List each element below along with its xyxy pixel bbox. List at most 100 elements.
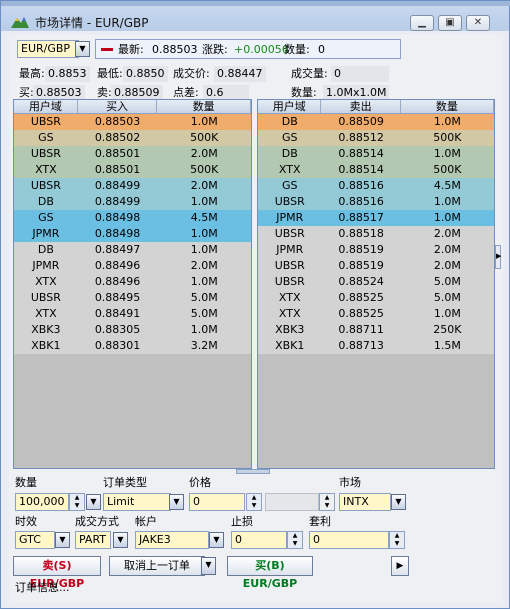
bid-header-counterparty[interactable]: 用户域 [14, 100, 78, 113]
bid-row[interactable]: GS 0.88502 500K [14, 130, 251, 146]
ask-row[interactable]: UBSR 0.88524 5.0M [258, 274, 494, 290]
bid-quantity-cell: 5.0M [190, 307, 218, 320]
symbol-select[interactable]: EUR/GBP [17, 40, 79, 58]
exec-dropdown-button[interactable]: ▼ [113, 532, 128, 548]
bid-counterparty-cell: UBSR [30, 115, 61, 128]
stop-input[interactable]: 0 [231, 531, 287, 549]
title-bar[interactable]: 市场详情 - EUR/GBP ▁ ▣ ✕ [3, 9, 507, 33]
market-select[interactable]: INTX [339, 493, 391, 511]
bid-row[interactable]: XBK3 0.88305 1.0M [14, 322, 251, 338]
order-qty-input[interactable]: 100,000 [15, 493, 69, 511]
bid-row[interactable]: GS 0.88498 4.5M [14, 210, 251, 226]
profit-input[interactable]: 0 [309, 531, 389, 549]
spin-down-icon[interactable]: ▼ [390, 540, 404, 548]
expand-arrow-icon[interactable]: ▶ [391, 556, 409, 576]
order-type-dropdown-button[interactable]: ▼ [169, 494, 184, 510]
ask-counterparty-cell: XTX [278, 307, 301, 320]
bid-row[interactable]: UBSR 0.88499 2.0M [14, 178, 251, 194]
expand-right-icon[interactable]: ▶ [495, 245, 501, 269]
profit-spinner[interactable]: ▲ ▼ [389, 531, 405, 549]
close-button[interactable]: ✕ [466, 15, 490, 31]
order-info-link[interactable]: 订单信息... [15, 581, 70, 595]
splitter-handle[interactable] [236, 469, 270, 474]
symbol-dropdown-button[interactable]: ▼ [75, 41, 90, 57]
ask-row[interactable]: XBK1 0.88713 1.5M [258, 338, 494, 354]
bid-price-cell: 0.88501 [94, 163, 141, 176]
ask-quantity-cell: 1.0M [433, 195, 461, 208]
ask-header-price[interactable]: 卖出 [321, 100, 401, 113]
bid-price-cell: 0.88497 [94, 243, 141, 256]
spin-down-icon[interactable]: ▼ [70, 502, 84, 510]
ask-row[interactable]: GS 0.88516 4.5M [258, 178, 494, 194]
bid-row[interactable]: UBSR 0.88501 2.0M [14, 146, 251, 162]
price-input[interactable]: 0 [189, 493, 245, 511]
buy-button[interactable]: 买(B) EUR/GBP [227, 556, 313, 590]
spin-up-icon[interactable]: ▲ [70, 494, 84, 502]
minimize-button[interactable]: ▁ [410, 15, 434, 31]
ask-row[interactable]: GS 0.88512 500K [258, 130, 494, 146]
ask-counterparty-cell: XTX [278, 291, 301, 304]
stop-spinner[interactable]: ▲ ▼ [287, 531, 303, 549]
cancel-last-order-button[interactable]: 取消上一订单 [109, 556, 205, 576]
cancel-dropdown-button[interactable]: ▼ [201, 557, 216, 575]
ask-row[interactable]: DB 0.88509 1.0M [258, 114, 494, 130]
bid-row[interactable]: JPMR 0.88496 2.0M [14, 258, 251, 274]
ask-header-qty[interactable]: 数量 [401, 100, 494, 113]
account-select[interactable]: JAKE3 [135, 531, 209, 549]
bid-row[interactable]: UBSR 0.88495 5.0M [14, 290, 251, 306]
bid-header-price[interactable]: 买入 [78, 100, 158, 113]
ask-row[interactable]: UBSR 0.88516 1.0M [258, 194, 494, 210]
bid-row[interactable]: XTX 0.88496 1.0M [14, 274, 251, 290]
bid-price-cell: 0.88496 [94, 275, 141, 288]
bid-row[interactable]: JPMR 0.88498 1.0M [14, 226, 251, 242]
bid-row[interactable]: XTX 0.88491 5.0M [14, 306, 251, 322]
ask-row[interactable]: XTX 0.88514 500K [258, 162, 494, 178]
bid-row[interactable]: DB 0.88497 1.0M [14, 242, 251, 258]
ask-row[interactable]: UBSR 0.88518 2.0M [258, 226, 494, 242]
bid-row[interactable]: XBK1 0.88301 3.2M [14, 338, 251, 354]
high-label: 最高: [19, 67, 45, 80]
market-label: 市场 [339, 476, 361, 489]
bid-counterparty-cell: UBSR [30, 147, 61, 160]
ask-header-counterparty[interactable]: 用户域 [258, 100, 322, 113]
spin-down-icon[interactable]: ▼ [247, 502, 261, 510]
tif-dropdown-button[interactable]: ▼ [55, 532, 70, 548]
ask-row[interactable]: DB 0.88514 1.0M [258, 146, 494, 162]
ask-row[interactable]: JPMR 0.88517 1.0M [258, 210, 494, 226]
price-spinner[interactable]: ▲ ▼ [246, 493, 262, 511]
bid-row[interactable]: UBSR 0.88503 1.0M [14, 114, 251, 130]
ask-quantity-cell: 5.0M [433, 291, 461, 304]
spin-down-icon[interactable]: ▼ [288, 540, 302, 548]
profit-label: 套利 [309, 515, 331, 528]
bid-header-qty[interactable]: 数量 [157, 100, 251, 113]
bid-row[interactable]: XTX 0.88501 500K [14, 162, 251, 178]
disabled-price-input [265, 493, 319, 511]
exec-select[interactable]: PART [75, 531, 111, 549]
bid-quantity-cell: 1.0M [190, 243, 218, 256]
sell-button[interactable]: 卖(S) EUR/GBP [13, 556, 101, 590]
tif-select[interactable]: GTC [15, 531, 55, 549]
bid-row[interactable]: DB 0.88499 1.0M [14, 194, 251, 210]
spin-up-icon[interactable]: ▲ [390, 532, 404, 540]
bid-quantity-cell: 2.0M [190, 179, 218, 192]
ask-row[interactable]: UBSR 0.88519 2.0M [258, 258, 494, 274]
ask-quantity-cell: 5.0M [433, 275, 461, 288]
maximize-button[interactable]: ▣ [438, 15, 462, 31]
qty-spinner[interactable]: ▲ ▼ [69, 493, 85, 511]
market-dropdown-button[interactable]: ▼ [391, 494, 406, 510]
bid-grid-header: 用户域 买入 数量 [14, 100, 251, 114]
ask-row[interactable]: XTX 0.88525 5.0M [258, 290, 494, 306]
ask-row[interactable]: XTX 0.88525 1.0M [258, 306, 494, 322]
bid-quantity-cell: 1.0M [190, 227, 218, 240]
spin-up-icon[interactable]: ▲ [247, 494, 261, 502]
ask-row[interactable]: JPMR 0.88519 2.0M [258, 242, 494, 258]
ask-grid-header: 用户域 卖出 数量 [258, 100, 494, 114]
account-dropdown-button[interactable]: ▼ [209, 532, 224, 548]
ask-row[interactable]: XBK3 0.88711 250K [258, 322, 494, 338]
bid-price-cell: 0.88501 [94, 147, 141, 160]
qty-dropdown-button[interactable]: ▼ [86, 494, 101, 510]
ask-price-cell: 0.88516 [338, 179, 384, 192]
order-type-select[interactable]: Limit [103, 493, 171, 511]
spin-up-icon[interactable]: ▲ [288, 532, 302, 540]
bid-price-cell: 0.88502 [94, 131, 141, 144]
